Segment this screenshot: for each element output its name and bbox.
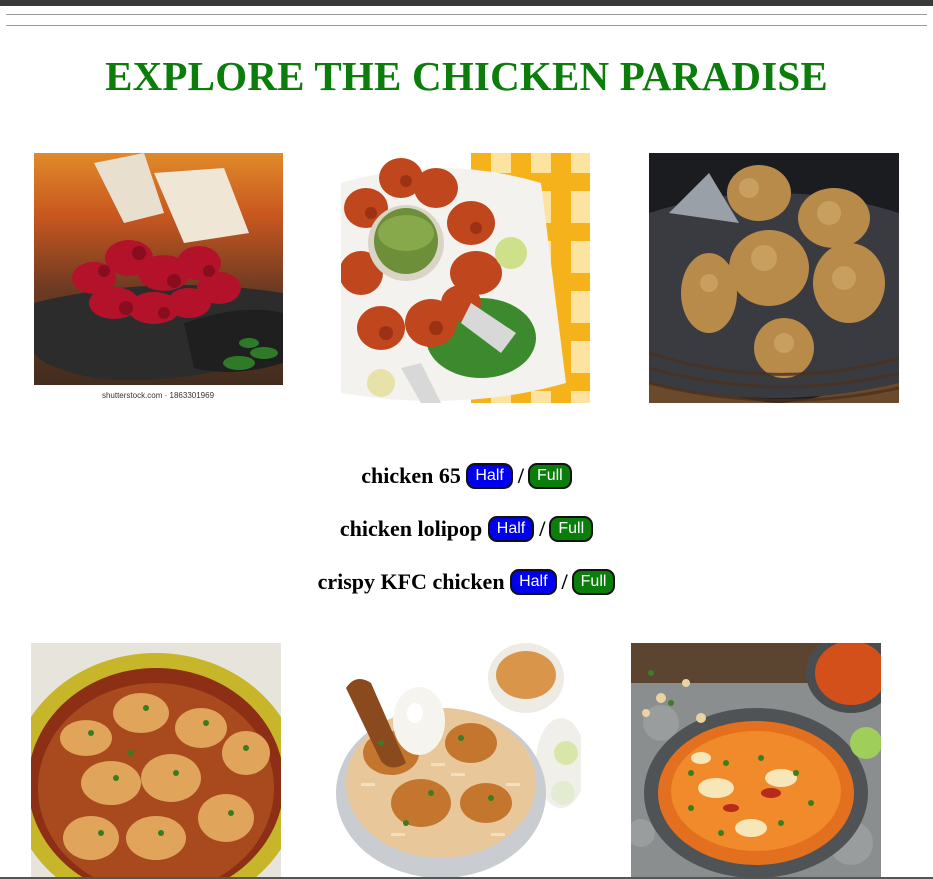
half-button[interactable]: Half bbox=[510, 568, 557, 595]
top-bar bbox=[0, 0, 933, 6]
chicken-soup-photo bbox=[631, 643, 881, 877]
page: EXPLORE THE CHICKEN PARADISE shutterstoc… bbox=[0, 0, 933, 879]
stock-watermark: shutterstock.com · 1863301969 bbox=[102, 391, 215, 400]
half-button[interactable]: Half bbox=[487, 515, 535, 542]
horizontal-rule-top bbox=[6, 14, 927, 15]
separator: / bbox=[539, 515, 546, 541]
separator: / bbox=[517, 462, 524, 488]
menu-row-chicken-lolipop: chicken lolipop Half / Full bbox=[0, 512, 933, 542]
chicken-biryani-photo bbox=[331, 643, 581, 877]
menu-row-crispy-kfc-chicken: crispy KFC chicken Half / Full bbox=[0, 565, 933, 595]
crispy-kfc-chicken-photo bbox=[649, 153, 899, 403]
chicken-lolipop-photo bbox=[341, 153, 590, 403]
horizontal-rule-bottom bbox=[6, 25, 927, 26]
menu-item-name: crispy KFC chicken bbox=[317, 568, 505, 594]
half-button[interactable]: Half bbox=[466, 462, 513, 489]
chicken-65-photo: shutterstock.com · 1863301969 bbox=[34, 153, 283, 403]
full-button[interactable]: Full bbox=[571, 568, 616, 595]
menu-row-chicken-65: chicken 65 Half / Full bbox=[0, 459, 933, 489]
menu-item-name: chicken 65 bbox=[361, 462, 461, 488]
separator: / bbox=[561, 568, 568, 594]
menu-item-name: chicken lolipop bbox=[339, 515, 483, 541]
chicken-curry-photo bbox=[31, 643, 281, 877]
page-title: EXPLORE THE CHICKEN PARADISE bbox=[105, 53, 828, 99]
full-button[interactable]: Full bbox=[549, 515, 594, 542]
full-button[interactable]: Full bbox=[527, 462, 572, 489]
